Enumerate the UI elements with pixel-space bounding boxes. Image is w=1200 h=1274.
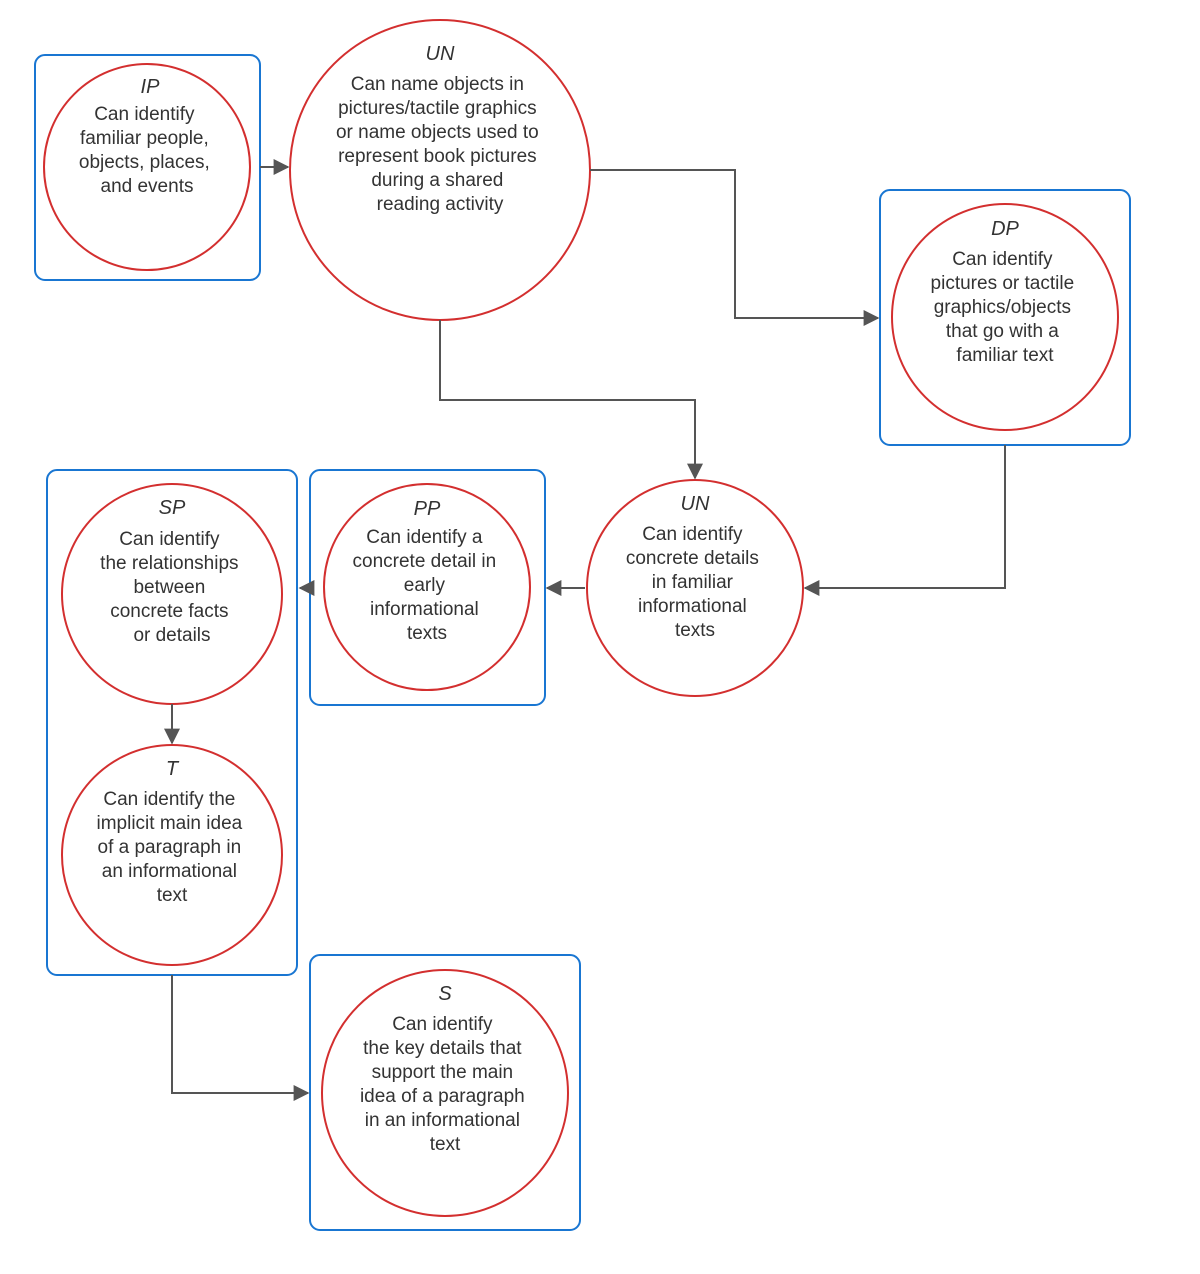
node-s-code: S — [438, 983, 452, 1005]
node-s-circle: S Can identify the key details that supp… — [322, 970, 568, 1216]
svg-text:SP: SP — [159, 497, 186, 519]
node-sp-code: SP — [159, 497, 186, 519]
node-dp-circle: DP Can identify pictures or tactile grap… — [892, 204, 1118, 430]
node-ip-code: IP — [141, 76, 161, 98]
edge-un1-dp — [590, 170, 878, 318]
svg-text:UN: UN — [426, 43, 455, 65]
node-t-circle: T Can identify the implicit main idea of… — [62, 745, 282, 965]
node-un1-circle: UN Can name objects in pictures/tactile … — [290, 20, 590, 320]
edge-t-s — [172, 975, 308, 1093]
node-un1-code: UN — [426, 43, 455, 65]
svg-text:DP: DP — [991, 218, 1019, 240]
node-sp-circle: SP Can identify the relationships betwee… — [62, 484, 282, 704]
node-pp-code: PP — [414, 498, 441, 520]
node-un2-circle: UN Can identify concrete details in fami… — [587, 480, 803, 696]
node-t-code: T — [166, 758, 180, 780]
svg-text:UN: UN — [681, 493, 710, 515]
edge-un1-un2 — [440, 320, 695, 478]
svg-text:T: T — [166, 758, 180, 780]
svg-text:IP: IP — [141, 76, 161, 98]
svg-text:PP: PP — [414, 498, 441, 520]
edge-dp-un2 — [805, 445, 1005, 588]
svg-text:S: S — [438, 983, 452, 1005]
node-ip-circle: IP Can identify familiar people, objects… — [44, 64, 250, 270]
node-dp-code: DP — [991, 218, 1019, 240]
node-un2-code: UN — [681, 493, 710, 515]
node-pp-circle: PP Can identify a concrete detail in ear… — [324, 484, 530, 690]
